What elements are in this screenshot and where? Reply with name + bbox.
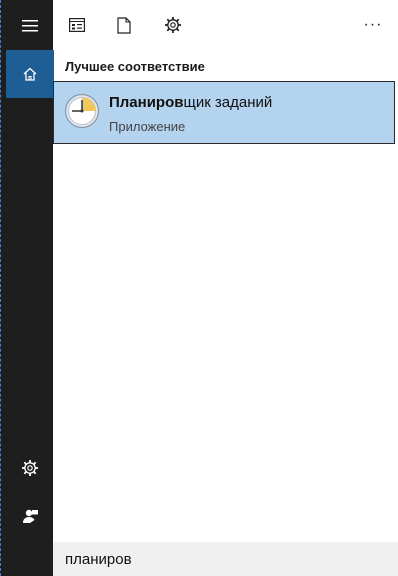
feedback-button[interactable] bbox=[6, 492, 54, 540]
task-scheduler-clock-icon bbox=[64, 93, 100, 129]
document-icon bbox=[117, 16, 131, 34]
feedback-icon bbox=[23, 509, 38, 523]
hamburger-menu-button[interactable] bbox=[6, 2, 54, 50]
filter-toolbar: ··· bbox=[53, 0, 398, 50]
settings-filter-button[interactable] bbox=[157, 9, 189, 41]
more-options-button[interactable]: ··· bbox=[357, 9, 389, 41]
apps-filter-button[interactable] bbox=[61, 9, 93, 41]
result-title-match: Планиров bbox=[109, 94, 184, 111]
gear-icon bbox=[22, 460, 38, 476]
result-title: Планировщик заданий bbox=[109, 94, 272, 111]
result-subtitle: Приложение bbox=[109, 119, 186, 134]
home-button[interactable] bbox=[6, 50, 54, 98]
search-input[interactable] bbox=[65, 542, 398, 576]
best-match-header: Лучшее соответствие bbox=[65, 59, 205, 74]
hamburger-icon bbox=[22, 20, 38, 32]
documents-filter-button[interactable] bbox=[108, 9, 140, 41]
gear-icon bbox=[165, 17, 181, 33]
search-box bbox=[53, 542, 398, 576]
more-icon: ··· bbox=[363, 16, 383, 33]
left-rail bbox=[0, 0, 54, 576]
rail-settings-button[interactable] bbox=[6, 444, 54, 492]
home-icon bbox=[23, 67, 37, 81]
result-title-rest: щик заданий bbox=[183, 94, 273, 111]
apps-filter-icon bbox=[69, 18, 85, 32]
search-flyout: ··· Лучшее соответствие Планировщик зада… bbox=[0, 0, 398, 576]
best-match-result[interactable]: Планировщик заданий Приложение bbox=[53, 81, 395, 144]
